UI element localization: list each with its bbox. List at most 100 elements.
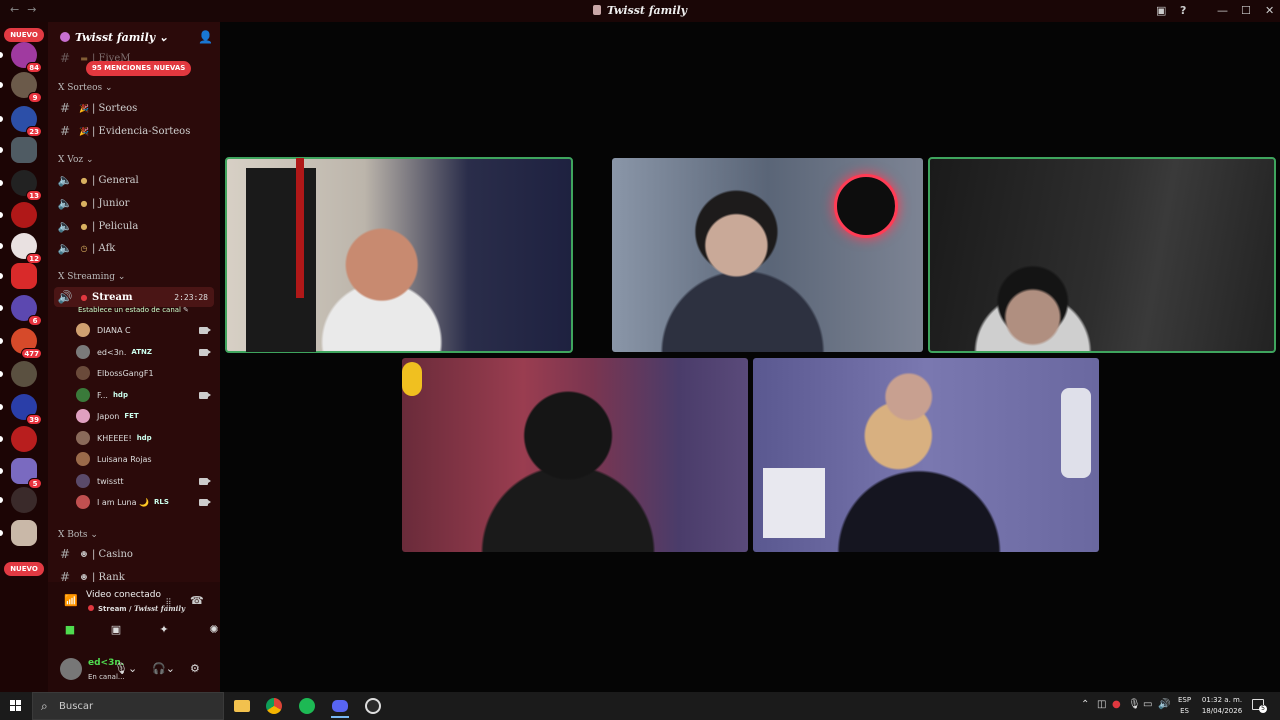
voice-user-row[interactable]: DIANA C (76, 321, 212, 339)
help-icon[interactable]: ? (1180, 4, 1186, 17)
tray-overflow-icon[interactable]: ⌃ (1081, 699, 1089, 710)
video-tile-1[interactable] (225, 157, 573, 353)
file-explorer-icon[interactable] (230, 695, 254, 717)
voice-user-row[interactable]: Luisana Rojas (76, 450, 212, 468)
server-icon[interactable]: 477 (11, 328, 42, 359)
server-icon[interactable] (11, 263, 37, 289)
video-tile-2[interactable] (612, 158, 923, 352)
voice-user-row[interactable]: twisstt (76, 472, 212, 490)
server-icon[interactable]: 9 (11, 72, 42, 103)
avatar[interactable] (60, 658, 82, 680)
soundboard-icon[interactable]: ⦙⦙ (166, 596, 171, 610)
settings-gear-icon[interactable]: ⚙ (190, 662, 200, 675)
headphones-icon[interactable]: 🎧⌄ (152, 662, 175, 675)
voice-channel-stream[interactable]: 🔊 ● Stream 2:23:28 (54, 287, 214, 307)
voice-user-name: F... (97, 390, 108, 400)
window-title-text: Twisst family (606, 4, 688, 17)
video-tile-4[interactable] (402, 358, 748, 552)
server-icon[interactable] (11, 426, 37, 452)
voice-user-row[interactable]: ElbossGangF1 (76, 364, 212, 382)
spotify-icon[interactable] (295, 695, 319, 717)
chrome-icon[interactable] (262, 695, 286, 717)
video-tile-5[interactable] (753, 358, 1099, 552)
avatar (76, 431, 90, 445)
server-icon[interactable] (11, 202, 37, 228)
voice-channel-pelicula[interactable]: 🔈 ● | Pelicula (54, 216, 214, 236)
server-icon[interactable]: 5 (11, 458, 42, 489)
add-member-icon[interactable]: 👤 (198, 30, 213, 44)
unread-pip (0, 273, 3, 279)
disconnect-icon[interactable]: ☎ (190, 594, 204, 607)
camera-on-icon (199, 391, 211, 399)
signal-icon[interactable]: 📶 (64, 594, 78, 607)
voice-user-row[interactable]: KHEEEE! hdp (76, 429, 212, 447)
microphone-icon[interactable]: 🎙⌄ (114, 662, 137, 675)
activities-button[interactable]: ✦ (146, 620, 182, 638)
category-sorteos[interactable]: X Sorteos ⌄ (58, 83, 113, 93)
minimize-icon[interactable]: — (1217, 4, 1228, 17)
close-icon[interactable]: ✕ (1265, 4, 1274, 17)
unread-pip (0, 371, 3, 377)
speaker-icon: 🔈 (57, 219, 73, 233)
system-clock[interactable]: 01:32 a. m. 18/04/2026 (1198, 695, 1246, 717)
unread-badge: 5 (28, 478, 42, 489)
discord-icon[interactable] (328, 695, 352, 718)
unread-badge: 23 (26, 126, 42, 137)
new-badge[interactable]: NUEVO (4, 28, 44, 42)
search-placeholder: Buscar (59, 701, 94, 712)
windows-start-icon[interactable] (10, 700, 22, 712)
server-icon[interactable]: 23 (11, 106, 42, 137)
user-bar: ed<3n. En canal... 🎙⌄ 🎧⌄ ⚙ (48, 652, 220, 692)
server-icon[interactable] (11, 137, 37, 163)
category-voz[interactable]: X Voz ⌄ (58, 155, 94, 165)
voice-channel-general[interactable]: 🔈 ● | General (54, 170, 214, 190)
language-indicator[interactable]: ESP ES (1178, 695, 1191, 717)
mentions-pill[interactable]: 95 MENCIONES NUEVAS (86, 61, 192, 76)
voice-user-row[interactable]: ed<3n. ATNZ (76, 343, 212, 361)
notification-center-icon[interactable]: 5 (1252, 699, 1267, 713)
avatar (76, 323, 90, 337)
voice-user-row[interactable]: F... hdp (76, 386, 212, 404)
inbox-icon[interactable]: ▣ (1156, 4, 1166, 17)
voice-channel-junior[interactable]: 🔈 ● | Junior (54, 193, 214, 213)
voice-user-row[interactable]: I am Luna 🌙 RLS (76, 493, 212, 511)
hash-icon: # (59, 547, 71, 561)
maximize-icon[interactable]: ☐ (1241, 4, 1251, 17)
taskbar-search[interactable]: ⌕ Buscar (32, 692, 224, 720)
hash-icon: # (59, 124, 71, 138)
soundboard-button[interactable]: ✺ (196, 620, 220, 638)
category-streaming[interactable]: X Streaming ⌄ (58, 272, 125, 282)
avatar (76, 409, 90, 423)
channel-status-hint[interactable]: Establece un estado de canal ✎ (78, 306, 189, 314)
server-icon[interactable] (11, 487, 37, 513)
screen-share-button[interactable]: ▣ (98, 620, 134, 638)
server-icon[interactable]: 13 (11, 170, 42, 201)
network-icon[interactable]: ▭ (1143, 699, 1152, 710)
unread-pip (0, 212, 3, 218)
channel-evidencia-sorteos[interactable]: # 🎉 | Evidencia-Sorteos (54, 121, 214, 141)
channel-sorteos[interactable]: # 🎉 | Sorteos (54, 98, 214, 118)
video-tile-3[interactable] (928, 157, 1276, 353)
voice-user-row[interactable]: Japon FET (76, 407, 212, 425)
user-tag: hdp (112, 391, 128, 399)
obs-icon[interactable] (361, 695, 385, 717)
server-icon[interactable] (11, 520, 37, 546)
volume-icon[interactable]: 🔊 (1158, 699, 1170, 710)
server-icon[interactable]: 39 (11, 394, 42, 425)
tray-app-icon[interactable]: ◫ (1097, 699, 1106, 710)
server-icon[interactable] (11, 361, 37, 387)
channel-casino[interactable]: # ☻ | Casino (54, 544, 214, 564)
tray-discord-icon[interactable]: ● (1112, 699, 1121, 710)
camera-button[interactable]: ■ (52, 620, 88, 638)
voice-status: Video conectado (86, 590, 161, 600)
new-badge[interactable]: NUEVO (4, 562, 44, 576)
server-icon[interactable]: 12 (11, 233, 42, 264)
server-icon[interactable]: 84 (11, 42, 42, 73)
unread-badge: 6 (28, 315, 42, 326)
server-icon[interactable]: 6 (11, 295, 42, 326)
tray-mic-icon[interactable]: 🎙 (1128, 699, 1141, 710)
category-bots[interactable]: X Bots ⌄ (58, 530, 98, 540)
server-name-header[interactable]: Twisst family ⌄ (60, 31, 168, 44)
globe-icon: ● (80, 175, 88, 185)
voice-channel-afk[interactable]: 🔈 ◷ | Afk (54, 238, 214, 258)
